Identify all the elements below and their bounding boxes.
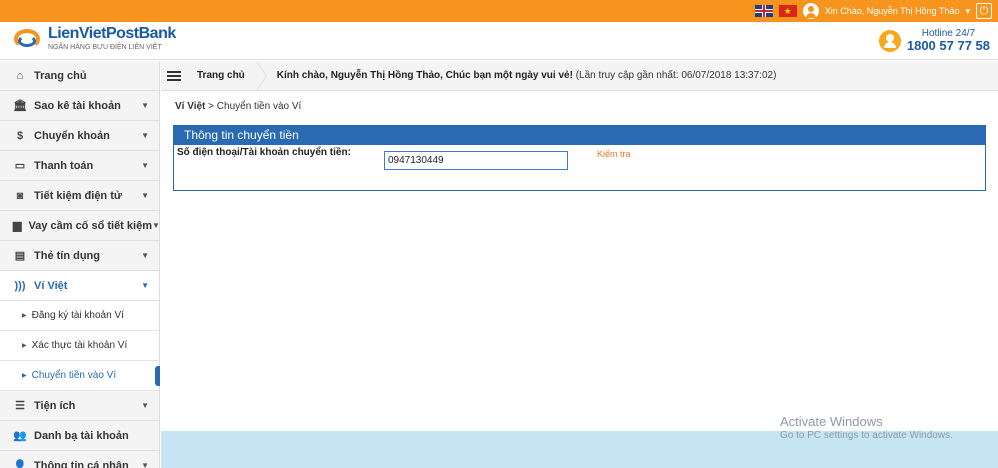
sidebar-item-label: Thông tin cá nhân	[34, 459, 129, 468]
support-agent-icon	[878, 29, 901, 52]
sidebar-subitem-dang-ky-tai-khoan-vi[interactable]: ▶ Đăng ký tài khoản Ví	[0, 301, 159, 331]
user-icon	[802, 3, 819, 19]
sidebar-item-thong-tin-ca-nhan[interactable]: 👤 Thông tin cá nhân ▼	[0, 451, 159, 468]
vn-flag-icon[interactable]: ★	[778, 5, 797, 17]
main-content: Ví Việt > Chuyển tiền vào Ví Thông tin c…	[161, 91, 998, 431]
chevron-down-icon: ▼	[141, 101, 149, 110]
credit-card-icon: ▤	[14, 250, 26, 262]
sidebar-subitem-label: Đăng ký tài khoản Ví	[31, 310, 124, 321]
sidebar-item-vay-cam-co-so-tiet-kiem[interactable]: ▆ Vay cầm cố sổ tiết kiệm ▼	[0, 211, 160, 241]
sidebar-subitem-label: Chuyển tiền vào Ví	[31, 370, 117, 381]
top-bar: ★ Xin Chào, Nguyễn Thị Hồng Thảo ▾ ⏻	[0, 0, 998, 22]
money-icon: ◙	[16, 189, 24, 202]
hotline: Hotline 24/7 1800 57 77 58	[878, 28, 990, 53]
sidebar-subitem-chuyen-tien-vao-vi[interactable]: ▶ Chuyển tiền vào Ví	[0, 361, 160, 391]
bullet-triangle-icon: ▶	[22, 313, 27, 319]
sidebar-item-label: Sao kê tài khoản	[34, 99, 121, 112]
bullet-triangle-icon: ▶	[22, 373, 27, 379]
sidebar-item-label: Tiết kiệm điện tử	[34, 189, 122, 202]
uk-flag-icon[interactable]	[754, 5, 773, 17]
sidebar-item-vi-viet[interactable]: ))) Ví Việt ▼	[0, 271, 159, 301]
breadcrumb-bar: Trang chủ Kính chào, Nguyễn Thị Hồng Thả…	[161, 60, 998, 91]
sidebar-item-label: Vay cầm cố sổ tiết kiệm	[28, 219, 152, 232]
person-icon: 👤	[13, 460, 27, 468]
sidebar-item-label: Danh bạ tài khoản	[34, 429, 129, 442]
sidebar-item-label: Ví Việt	[34, 279, 68, 292]
logo-subtitle: NGÂN HÀNG BƯU ĐIỆN LIÊN VIỆT	[48, 44, 162, 51]
transfer-info-panel: Thông tin chuyển tiền Số điện thoại/Tài …	[173, 125, 986, 191]
header: LienVietPostBank NGÂN HÀNG BƯU ĐIỆN LIÊN…	[0, 22, 998, 60]
chevron-down-icon: ▼	[141, 251, 149, 260]
breadcrumb-separator: >	[205, 101, 217, 112]
sidebar-item-label: Tiện ích	[34, 399, 76, 412]
breadcrumb-current: Chuyển tiền vào Ví	[216, 101, 302, 112]
breadcrumb-home[interactable]: Trang chủ	[197, 60, 267, 91]
chevron-down-icon: ▼	[141, 461, 149, 468]
last-access: (Lần truy cập gần nhất: 06/07/2018 13:37…	[575, 70, 777, 81]
contacts-icon: 👥	[13, 430, 27, 442]
sidebar-item-sao-ke-tai-khoan[interactable]: 🏛 Sao kê tài khoản ▼	[0, 91, 159, 121]
watermark-title: Activate Windows	[780, 414, 883, 429]
sidebar-item-tien-ich[interactable]: ☰ Tiện ích ▼	[0, 391, 159, 421]
sidebar-item-label: Thanh toán	[34, 159, 94, 172]
card-icon: ▭	[14, 160, 26, 172]
hamburger-menu-icon[interactable]	[167, 69, 181, 83]
hotline-number: 1800 57 77 58	[906, 38, 990, 53]
chevron-down-icon: ▼	[151, 221, 160, 230]
sidebar-subitem-label: Xác thực tài khoản Ví	[31, 340, 128, 351]
welcome-message: Kính chào, Nguyễn Thị Hồng Thảo, Chúc bạ…	[277, 70, 777, 81]
home-icon: ⌂	[16, 69, 24, 82]
welcome-text: Kính chào, Nguyễn Thị Hồng Thảo, Chúc bạ…	[276, 70, 573, 81]
sidebar-item-label: Thẻ tín dụng	[34, 249, 100, 262]
user-greeting[interactable]: Xin Chào, Nguyễn Thị Hồng Thảo	[825, 6, 960, 16]
sidebar-item-thanh-toan[interactable]: ▭ Thanh toán ▼	[0, 151, 159, 181]
activate-windows-watermark: Activate Windows Go to PC settings to ac…	[780, 414, 953, 443]
phone-account-input[interactable]	[384, 151, 568, 170]
chevron-down-icon: ▼	[141, 131, 149, 140]
top-bar-right: ★ Xin Chào, Nguyễn Thị Hồng Thảo ▾ ⏻	[754, 2, 992, 20]
sidebar-item-danh-ba-tai-khoan[interactable]: 👥 Danh bạ tài khoản	[0, 421, 159, 451]
sidebar-item-tiet-kiem-dien-tu[interactable]: ◙ Tiết kiệm điện tử ▼	[0, 181, 159, 211]
chevron-down-icon: ▼	[141, 401, 149, 410]
chevron-down-icon: ▼	[141, 281, 149, 290]
logout-icon[interactable]: ⏻	[976, 3, 992, 19]
dollar-icon: $	[16, 129, 24, 142]
sidebar-item-trang-chu[interactable]: ⌂ Trang chủ	[0, 61, 159, 91]
logo-mark-icon	[14, 27, 42, 51]
panel-title: Thông tin chuyển tiền	[174, 126, 985, 145]
sidebar-item-label: Trang chủ	[34, 69, 87, 82]
list-icon: ☰	[15, 400, 25, 412]
phone-account-label: Số điện thoại/Tài khoản chuyển tiền:	[177, 147, 351, 158]
chevron-down-icon: ▼	[141, 161, 149, 170]
chevron-down-icon[interactable]: ▾	[965, 6, 970, 17]
breadcrumb: Ví Việt > Chuyển tiền vào Ví	[175, 101, 301, 112]
form-row: Số điện thoại/Tài khoản chuyển tiền: Kiể…	[174, 145, 985, 175]
sidebar-item-label: Chuyển khoản	[34, 129, 110, 142]
sidebar: ⌂ Trang chủ 🏛 Sao kê tài khoản ▼ $ Chuyển khoả…	[0, 61, 160, 468]
bank-logo[interactable]: LienVietPostBank NGÂN HÀNG BƯU ĐIỆN LIÊN…	[14, 26, 176, 51]
sidebar-subitem-xac-thuc-tai-khoan-vi[interactable]: ▶ Xác thực tài khoản Ví	[0, 331, 159, 361]
bullet-triangle-icon: ▶	[22, 343, 27, 349]
sidebar-item-the-tin-dung[interactable]: ▤ Thẻ tín dụng ▼	[0, 241, 159, 271]
watermark-subtitle: Go to PC settings to activate Windows.	[780, 430, 953, 442]
sidebar-item-chuyen-khoan[interactable]: $ Chuyển khoản ▼	[0, 121, 159, 151]
wallet-signal-icon: )))	[14, 279, 26, 292]
bank-icon: 🏛	[13, 100, 27, 112]
check-link[interactable]: Kiểm tra	[597, 149, 631, 159]
breadcrumb-root[interactable]: Ví Việt	[175, 101, 205, 112]
chevron-down-icon: ▼	[141, 191, 149, 200]
loan-icon: ▆	[13, 220, 22, 232]
logo-title: LienVietPostBank	[48, 25, 176, 42]
